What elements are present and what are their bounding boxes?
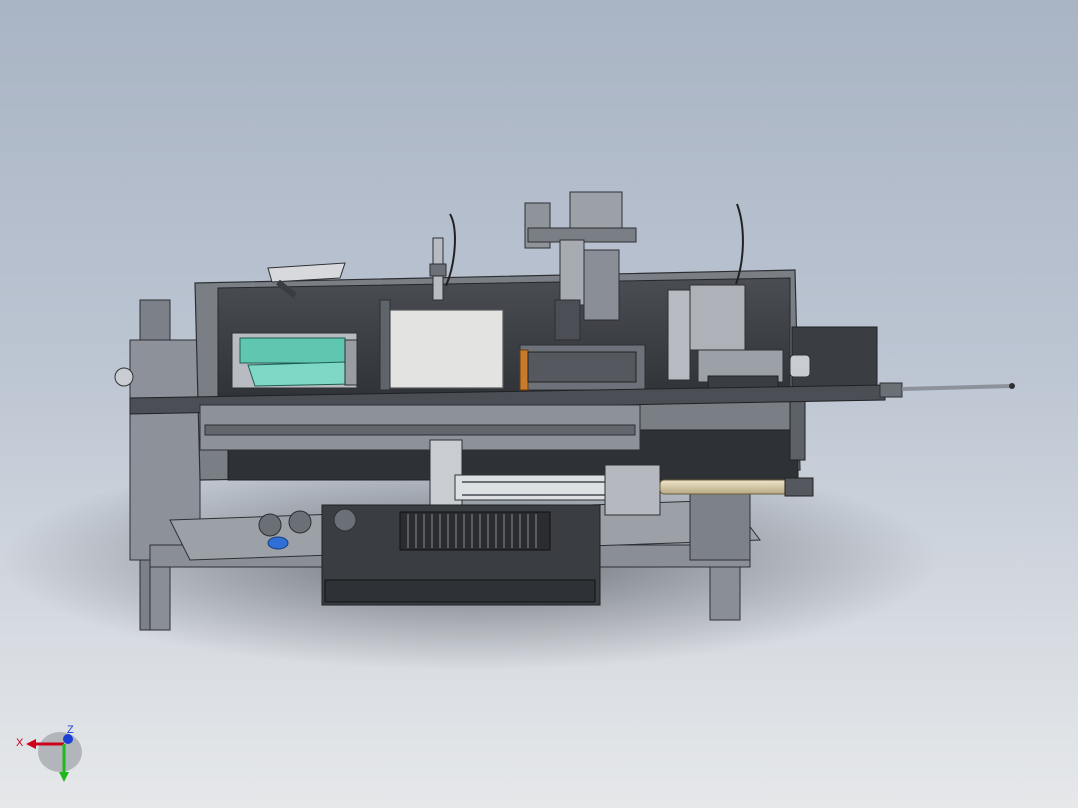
cad-model-viewport[interactable]: X Z: [0, 0, 1078, 808]
guard-cover-box: [379, 299, 504, 391]
triad-z-label: Z: [67, 724, 74, 736]
triad-x-label: X: [16, 737, 24, 749]
triad-x-arrow: [26, 739, 36, 749]
triad-y-arrow: [59, 772, 69, 782]
triad-sphere: [38, 732, 82, 772]
right-protruding-rod: [879, 382, 1015, 398]
teal-clamp-module: [231, 332, 358, 389]
control-box: [321, 504, 601, 606]
coordinate-triad: X Z: [16, 724, 82, 782]
